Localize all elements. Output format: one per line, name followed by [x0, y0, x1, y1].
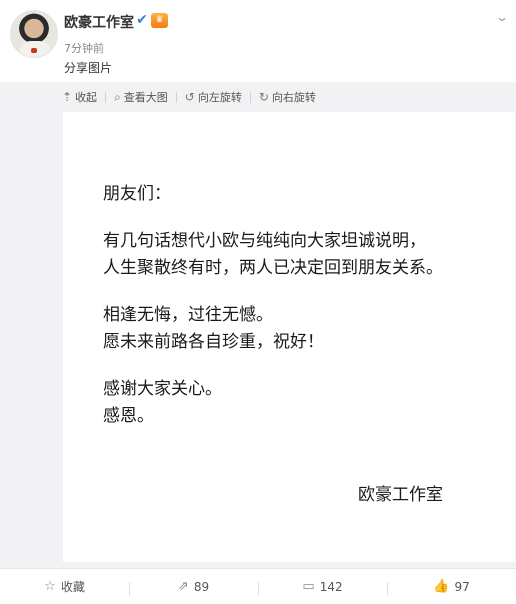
letter-greeting: 朋友们：	[103, 184, 171, 204]
letter-line: 感恩。	[103, 406, 154, 426]
author-name[interactable]: 欧豪工作室	[64, 12, 134, 32]
star-icon: ☆	[44, 579, 56, 594]
toolbar-divider	[105, 91, 107, 103]
post-header: 欧豪工作室 ✔ ♛ 7分钟前 分享图片 ⌄	[0, 0, 516, 82]
letter-image[interactable]: 朋友们： 有几句话想代小欧与纯纯向大家坦诚说明， 人生聚散终有时，两人已决定回到…	[63, 112, 515, 562]
vip-crown-icon[interactable]: ♛	[151, 13, 168, 28]
view-large-label: 查看大图	[123, 91, 168, 104]
thumbs-up-icon: 👍	[433, 579, 450, 594]
rotate-left-label: 向左旋转	[197, 91, 242, 104]
image-toolbar: ⇡ 收起 ⌕ 查看大图 ↺ 向左旋转 ↻ 向右旋转	[62, 86, 316, 108]
toolbar-divider	[249, 91, 251, 103]
avatar-logo	[31, 48, 37, 53]
rotate-right-icon: ↻	[258, 90, 269, 104]
action-bar: ☆ 收藏 ⇗ 89 ▭ 142 👍 97	[0, 568, 516, 604]
letter-line: 有几句话想代小欧与纯纯向大家坦诚说明，	[103, 231, 426, 251]
rotate-left-icon: ↺	[184, 90, 195, 104]
collapse-icon: ⇡	[62, 90, 73, 104]
rotate-right-button[interactable]: ↻ 向右旋转	[259, 89, 316, 105]
letter-line: 愿未来前路各自珍重，祝好！	[103, 332, 324, 352]
post-time[interactable]: 7分钟前	[64, 40, 104, 56]
favorite-label: 收藏	[60, 580, 85, 594]
verified-badge-icon: ✔	[135, 12, 149, 28]
media-panel: ⇡ 收起 ⌕ 查看大图 ↺ 向左旋转 ↻ 向右旋转 朋友们： 有几句话想代小欧与…	[0, 82, 516, 568]
letter-line: 相逢无悔，过往无憾。	[103, 305, 273, 325]
rotate-left-button[interactable]: ↺ 向左旋转	[185, 89, 242, 105]
repost-count: 89	[193, 579, 210, 594]
repost-button[interactable]: ⇗ 89	[129, 579, 258, 596]
comment-icon: ▭	[302, 579, 315, 594]
comment-count: 142	[319, 579, 343, 594]
repost-icon: ⇗	[177, 579, 189, 594]
like-count: 97	[454, 579, 470, 594]
comment-button[interactable]: ▭ 142	[258, 579, 387, 596]
chevron-down-icon[interactable]: ⌄	[495, 10, 509, 24]
collapse-label: 收起	[75, 91, 98, 104]
favorite-button[interactable]: ☆ 收藏	[0, 578, 129, 595]
like-button[interactable]: 👍 97	[387, 579, 516, 596]
magnifier-icon: ⌕	[114, 89, 121, 104]
post-text: 分享图片	[64, 61, 113, 75]
avatar[interactable]	[10, 10, 58, 58]
toolbar-divider	[175, 91, 177, 103]
letter-signature: 欧豪工作室	[358, 485, 443, 505]
letter-line: 人生聚散终有时，两人已决定回到朋友关系。	[103, 258, 443, 278]
view-large-button[interactable]: ⌕ 查看大图	[114, 89, 168, 105]
rotate-right-label: 向右旋转	[271, 91, 316, 104]
letter-line: 感谢大家关心。	[103, 379, 222, 399]
collapse-button[interactable]: ⇡ 收起	[62, 89, 97, 105]
